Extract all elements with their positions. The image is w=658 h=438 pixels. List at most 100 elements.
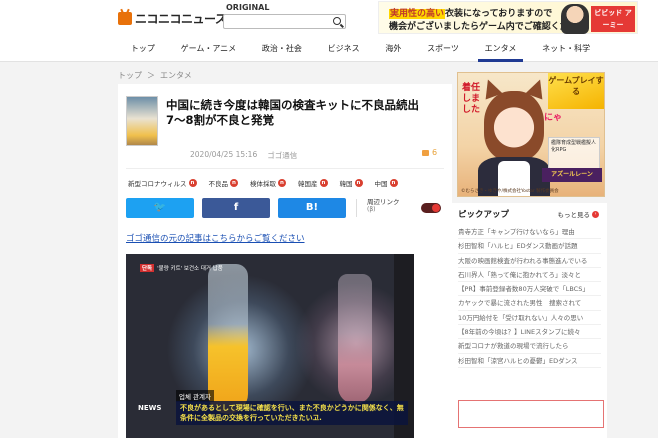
search-box <box>223 14 346 34</box>
tag-item[interactable]: 不良品 n <box>208 178 238 188</box>
nav-item-business[interactable]: ビジネス <box>315 40 373 62</box>
share-buttons: 🐦 f B! 周辺リンク (β) <box>126 198 400 218</box>
comment-count[interactable]: 6 <box>422 148 437 157</box>
page: ニコニコニュース ORIGINAL 実用性の高い衣装になっておりますので 機会が… <box>0 0 658 438</box>
top-ad-character-image <box>561 4 589 34</box>
pickup-item[interactable]: 新型コロナが救道の現場で流行したら <box>458 339 601 354</box>
main-nav: トップ ゲーム・アニメ 政治・社会 ビジネス 海外 スポーツ エンタメ ネット・… <box>118 40 603 62</box>
pickup-item[interactable]: 【8年前の今頃は？】LINEスタンプに続々 <box>458 325 601 340</box>
breadcrumb-separator: ＞ <box>147 71 155 80</box>
breadcrumb: トップ ＞ エンタメ <box>118 70 192 81</box>
pickup-item[interactable]: 10万円給付を「受け取れない」人々の思い <box>458 311 601 326</box>
breadcrumb-entame[interactable]: エンタメ <box>160 70 192 81</box>
side-ad-copyright: ©むらさき・ゆきや/株式会社Yostar 製作委員会 <box>461 189 559 194</box>
tag-label: 検体採取 <box>250 180 276 188</box>
pickup-item[interactable]: 杉田智和「涼宮ハルヒの憂鬱」EDダンス <box>458 354 601 368</box>
pickup-heading: ピックアップ <box>458 210 510 220</box>
side-ad-banner[interactable]: ゲームプレイする 着任しました にゃ 艦隊育成型戦艦擬人化RPG アズールレーン… <box>457 72 605 197</box>
article-date: 2020/04/25 15:16 <box>190 150 258 159</box>
more-label: もっと見る <box>557 211 591 219</box>
related-link-label: 周辺リンク (β) <box>367 198 400 218</box>
search-input[interactable] <box>224 21 332 34</box>
nav-item-politics[interactable]: 政治・社会 <box>249 40 315 62</box>
news-logo: NEWS <box>138 404 162 412</box>
twitter-share-button[interactable]: 🐦 <box>126 198 194 218</box>
toggle-knob <box>432 204 440 212</box>
pickup-item[interactable]: 貴寺方正「キャンプ行けないなら」理由 <box>458 225 601 240</box>
divider <box>356 199 357 217</box>
nav-item-overseas[interactable]: 海外 <box>372 40 414 62</box>
video-exclusive-badge: 단독 <box>140 264 155 272</box>
hatena-icon: B! <box>305 202 319 213</box>
tag-badge-icon: n <box>188 179 197 187</box>
article-source[interactable]: ゴゴ通信 <box>267 150 297 161</box>
nav-item-game-anime[interactable]: ゲーム・アニメ <box>168 40 249 62</box>
tag-label: 中国 <box>374 180 388 188</box>
niconico-tv-icon <box>118 11 132 25</box>
pickup-panel: ピックアップ もっと見る › 貴寺方正「キャンプ行けないなら」理由 杉田智和「ハ… <box>452 203 607 438</box>
site-header: ニコニコニュース ORIGINAL 実用性の高い衣装になっておりますので 機会が… <box>0 0 658 62</box>
comment-icon <box>422 149 429 156</box>
search-icon[interactable] <box>333 17 341 25</box>
test-tube-pink <box>338 274 372 404</box>
hatena-bookmark-button[interactable]: B! <box>278 198 346 218</box>
tag-badge-icon: n <box>319 179 328 187</box>
article-thumbnail <box>126 96 158 146</box>
side-ad-game-logo: アズールレーン <box>542 168 602 182</box>
site-logo[interactable]: ニコニコニュース <box>118 10 227 26</box>
tag-label: 韓国産 <box>298 180 318 188</box>
logo-text: ニコニコニュース <box>135 11 227 26</box>
tag-badge-icon: n <box>389 179 398 187</box>
article-meta: 2020/04/25 15:16 ゴゴ通信 <box>190 150 297 161</box>
pickup-list: 貴寺方正「キャンプ行けないなら」理由 杉田智和「ハルヒ」EDダンス動画が話題 大… <box>458 225 601 368</box>
tag-item[interactable]: 検体採取 n <box>250 178 286 188</box>
top-ad-line2: 機会がございましたらゲーム内でご確認ください <box>389 22 587 32</box>
breadcrumb-top[interactable]: トップ <box>118 70 142 81</box>
related-link-beta: (β) <box>367 206 376 213</box>
nav-item-entame[interactable]: エンタメ <box>472 40 529 62</box>
tag-badge-icon: n <box>230 179 238 187</box>
pickup-item[interactable]: 石川界人「熟って俺に抱かれてろ」淡々と <box>458 268 601 283</box>
tag-item[interactable]: 韓国産 n <box>298 178 328 188</box>
ad-character-face <box>484 91 544 161</box>
facebook-share-button[interactable]: f <box>202 198 270 218</box>
top-ad-line1: 実用性の高い衣装になっておりますので <box>389 6 552 19</box>
top-ad-line1-rest: 衣装になっておりますので <box>445 9 553 19</box>
side-ad-play-banner: ゲームプレイする <box>548 73 604 109</box>
tag-label: 韓国 <box>339 180 353 188</box>
side-ad-red-text: 着任しました <box>462 83 481 115</box>
pickup-item[interactable]: 【PR】事前登録者数80万人突破で「LBCS」 <box>458 282 601 297</box>
original-label[interactable]: ORIGINAL <box>226 3 269 12</box>
twitter-icon: 🐦 <box>153 202 167 213</box>
nav-item-top[interactable]: トップ <box>118 40 168 62</box>
top-ad-banner[interactable]: 実用性の高い衣装になっておりますので 機会がございましたらゲーム内でご確認くださ… <box>378 1 638 34</box>
more-link[interactable]: もっと見る › <box>557 209 599 219</box>
related-link-toggle[interactable] <box>421 203 441 213</box>
pickup-item[interactable]: 大阪の映画館検査が行われる事態進んでいる <box>458 254 601 268</box>
video-headline-text: '불량 키트' 보건소 대거 납품 <box>157 266 223 272</box>
side-ad-pink-text: にゃ <box>544 113 563 123</box>
nav-item-net-science[interactable]: ネット・科学 <box>529 40 603 62</box>
pickup-item[interactable]: 杉田智和「ハルヒ」EDダンス動画が話題 <box>458 239 601 254</box>
ad-slot[interactable] <box>458 400 604 428</box>
video-subtitle: 不良があるとして現場に確認を行い、また不良かどうかに関係なく、無条件に全製品の交… <box>176 401 408 425</box>
top-ad-highlight: 実用性の高い <box>389 9 446 19</box>
tag-item[interactable]: 新型コロナウィルス n <box>128 178 197 188</box>
pickup-item[interactable]: カヤックで暴に流された男性 捜索されて <box>458 296 601 311</box>
facebook-icon: f <box>233 202 239 213</box>
nav-item-sports[interactable]: スポーツ <box>414 40 472 62</box>
video-headline-badge: 단독 '불량 키트' 보건소 대거 납품 <box>140 264 223 272</box>
article-title: 中国に続き今度は韓国の検査キットに不良品続出 7〜8割が不良と発覚 <box>166 98 431 127</box>
article-card: 中国に続き今度は韓国の検査キットに不良品続出 7〜8割が不良と発覚 2020/0… <box>118 84 452 438</box>
chevron-right-icon: › <box>592 210 599 218</box>
tag-list: 新型コロナウィルス n 不良品 n 検体採取 n 韓国産 n 韓国 n 中国 n <box>128 178 398 188</box>
top-ad-brand: ビビッド アーミー <box>591 6 635 32</box>
source-article-link[interactable]: ゴゴ通信の元の記事はこちらからご覧ください <box>126 232 305 244</box>
tag-item[interactable]: 韓国 n <box>340 178 363 188</box>
tag-label: 新型コロナウィルス <box>128 180 187 188</box>
tag-badge-icon: n <box>278 179 286 187</box>
divider <box>126 168 444 169</box>
article-video[interactable]: 단독 '불량 키트' 보건소 대거 납품 업체 관계자 不良があるとして現場に確… <box>126 254 414 438</box>
tag-label: 不良品 <box>208 180 229 188</box>
tag-item[interactable]: 中国 n <box>375 178 398 188</box>
